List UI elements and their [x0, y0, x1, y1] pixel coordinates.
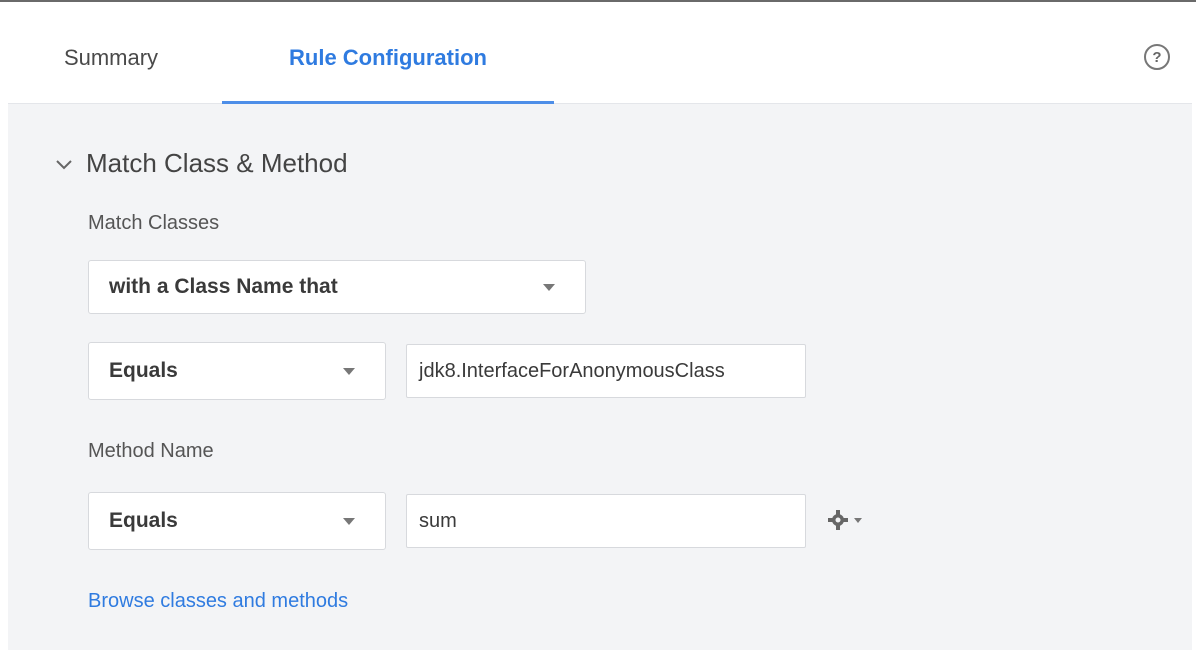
- class-name-input[interactable]: jdk8.InterfaceForAnonymousClass: [406, 344, 806, 398]
- method-name-value: sum: [419, 509, 457, 532]
- class-operator-value: Equals: [109, 359, 178, 382]
- class-match-type-select[interactable]: with a Class Name that: [88, 260, 586, 314]
- section-toggle-match-class-method[interactable]: Match Class & Method: [52, 148, 348, 179]
- method-operator-value: Equals: [109, 509, 178, 532]
- match-classes-label: Match Classes: [88, 212, 220, 234]
- window-top-border: [0, 0, 1196, 10]
- chevron-down-icon: [56, 159, 72, 169]
- class-operator-select[interactable]: Equals: [88, 342, 386, 400]
- help-glyph: ?: [1152, 48, 1162, 66]
- class-match-type-value: with a Class Name that: [109, 275, 338, 298]
- method-operator-select[interactable]: Equals: [88, 492, 386, 550]
- tab-summary[interactable]: Summary: [36, 12, 186, 104]
- method-name-label: Method Name: [88, 440, 214, 462]
- help-icon[interactable]: ?: [1144, 44, 1170, 70]
- dropdown-caret-icon: [343, 518, 355, 525]
- rule-configuration-panel: Match Class & Method Match Classes with …: [8, 104, 1192, 650]
- browse-classes-methods-link[interactable]: Browse classes and methods: [88, 590, 348, 613]
- section-title: Match Class & Method: [86, 148, 348, 178]
- class-name-value: jdk8.InterfaceForAnonymousClass: [419, 359, 725, 382]
- tab-rule-configuration[interactable]: Rule Configuration: [222, 12, 554, 104]
- dropdown-caret-icon: [343, 368, 355, 375]
- tab-bar: Summary Rule Configuration ?: [8, 12, 1192, 105]
- method-name-input[interactable]: sum: [406, 494, 806, 548]
- gear-icon: [828, 510, 848, 530]
- dropdown-caret-icon: [543, 284, 555, 291]
- chevron-down-icon: [854, 517, 862, 523]
- method-options-menu[interactable]: [826, 508, 862, 532]
